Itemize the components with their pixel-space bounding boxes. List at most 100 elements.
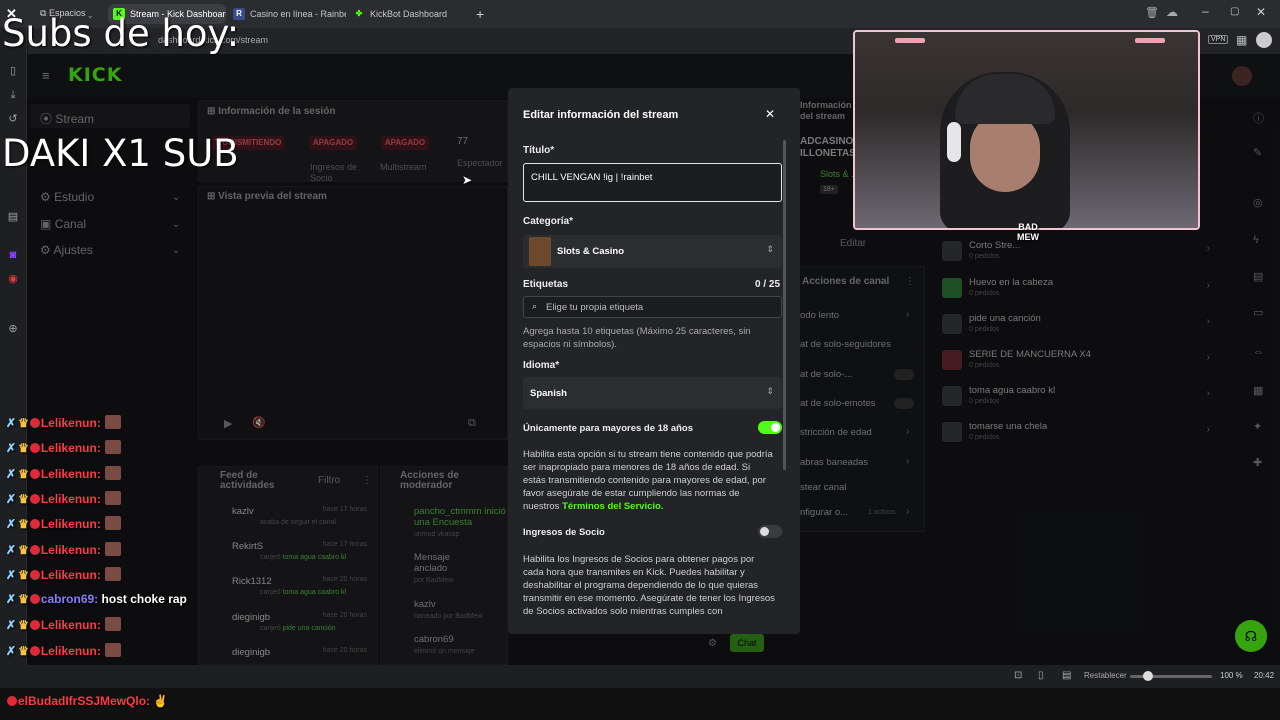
partner-revenue-label: Ingresos de Socio [523,527,605,538]
chat-line: ✗♛ Lelikenun: [6,541,121,564]
toggle-knob [760,527,769,536]
badge-icon [29,493,40,504]
badge-icon [29,443,40,454]
bookmark-icon[interactable]: ▯ [6,64,20,78]
sword-badge-icon: ✗ [6,643,17,658]
webcam-overlay [853,30,1200,230]
badge-icon [29,468,40,479]
category-label: Categoría* [523,216,574,227]
badge-icon [29,544,40,555]
badge-icon [29,620,40,631]
clock: 20:42 [1254,671,1275,680]
cloud-icon[interactable]: ☁ [1166,5,1178,19]
chat-line: ✗ ♛ cabron69: host choke rap [6,592,187,614]
select-arrows-icon: ⇕ [766,244,774,254]
sword-badge-icon: ✗ [6,567,17,582]
crown-badge-icon: ♛ [18,517,29,532]
chat-user: cabron69: [40,592,99,607]
chat-line: ✗♛ Lelikenun: [6,465,121,488]
chat-user: Lelikenun: [40,517,101,532]
download-icon[interactable]: ⤓ [6,88,20,102]
reader-icon[interactable]: ▤ [1062,670,1071,681]
streamer-face [970,112,1040,192]
browser-status-bar: ⊡ ▯ ▤ Restablecer 100 % 20:42 [0,665,1280,688]
twitch-icon[interactable]: ◙ [6,248,20,262]
notes-icon[interactable]: ▤ [6,210,20,224]
emote-icon [104,617,121,632]
close-icon[interactable]: ✕ [765,107,775,121]
history-icon[interactable]: ↺ [6,112,20,126]
chat-line: ✗♛ Lelikenun: [6,440,121,462]
screen: ✕ ⧉ Espacios ⌄ K Stream - Kick Dashboard… [0,0,1280,720]
emote-icon [104,415,121,429]
partner-revenue-toggle[interactable] [758,525,782,538]
badge-icon [29,569,40,580]
chat-user: Lelikenun: [40,466,101,481]
emote-icon [104,465,121,480]
emote-icon [104,642,121,657]
chat-line: ✗♛ Lelikenun: [6,415,121,437]
badge-icon [29,645,40,656]
language-select[interactable]: Spanish ⇕ [523,377,782,409]
title-input[interactable]: CHILL VENGAN !ig | !rainbet [523,163,782,202]
headphones [947,122,961,162]
crown-badge-icon: ♛ [18,618,29,633]
chat-line: ✗♛ Lelikenun: [6,566,121,589]
tags-count: 0 / 25 [755,279,781,290]
adult-only-toggle[interactable] [758,421,782,434]
sword-badge-icon: ✗ [6,592,17,607]
chat-user: Lelikenun: [40,618,101,633]
tab-label: Casino en línea - Rainbet [250,9,346,19]
sword-badge-icon: ✗ [6,618,17,633]
crown-badge-icon: ♛ [18,592,29,607]
sword-badge-icon: ✗ [6,542,17,557]
extensions-icon[interactable]: ▦ [1236,33,1247,47]
terms-link[interactable]: Términos del Servicio. [562,501,663,512]
chat-line: ✗♛ Lelikenun: [6,642,121,665]
close-window-icon[interactable]: ✕ [1256,5,1266,19]
category-select[interactable]: Slots & Casino ⇕ [523,235,782,268]
badge-icon [29,594,40,605]
title-label: Título* [523,145,555,156]
emote-icon [104,541,121,556]
maximize-icon[interactable]: ▢ [1230,6,1239,17]
language-value: Spanish [530,388,567,399]
chat-user: Lelikenun: [40,542,101,557]
partner-revenue-help: Habilita los Ingresos de Socios para obt… [523,554,775,617]
modal-scrollbar[interactable] [783,140,786,470]
chat-user: Lelikenun: [40,416,101,430]
daki-sub-text: DAKI X1 SUB [2,132,239,175]
crown-badge-icon: ♛ [18,567,29,582]
capture-icon[interactable]: ⊡ [1014,670,1022,681]
title-input-value: CHILL VENGAN !ig | !rainbet [531,172,653,183]
vivaldi-icon[interactable]: ◉ [6,272,20,286]
zoom-slider-handle[interactable] [1143,671,1153,681]
chat-user: Lelikenun: [40,441,101,456]
badge-icon [29,519,40,530]
trash-icon[interactable]: 🗑 [1145,6,1159,19]
reset-zoom-button[interactable]: Restablecer [1084,671,1127,680]
badge-icon [29,418,40,428]
add-panel-icon[interactable]: ⊕ [6,322,20,336]
sword-badge-icon: ✗ [6,517,17,532]
chat-line: ✗♛ Lelikenun: [6,516,121,538]
chat-message: host choke rap [101,592,187,607]
badge-icon [7,696,17,706]
tile-icon[interactable]: ▯ [1038,670,1044,681]
frame-deco-icon [895,38,925,43]
sword-badge-icon: ✗ [6,491,17,506]
new-tab-icon[interactable]: + [476,6,484,22]
tab-rainbet[interactable]: R Casino en línea - Rainbet [228,4,346,24]
tags-input[interactable]: ⌕ Elige tu propia etiqueta [523,296,782,318]
frame-deco-icon [1135,38,1165,43]
crown-badge-icon: ♛ [18,643,29,658]
language-label: Idioma* [523,360,560,371]
emote-icon [104,490,121,505]
profile-icon[interactable] [1256,32,1272,48]
sword-badge-icon: ✗ [6,416,17,430]
chat-user: Lelikenun: [40,491,101,506]
vpn-badge[interactable]: VPN [1208,35,1229,44]
emote-icon [104,440,121,455]
minimize-icon[interactable]: – [1202,4,1209,18]
tab-kickbot[interactable]: ✤ KickBot Dashboard [348,4,466,24]
